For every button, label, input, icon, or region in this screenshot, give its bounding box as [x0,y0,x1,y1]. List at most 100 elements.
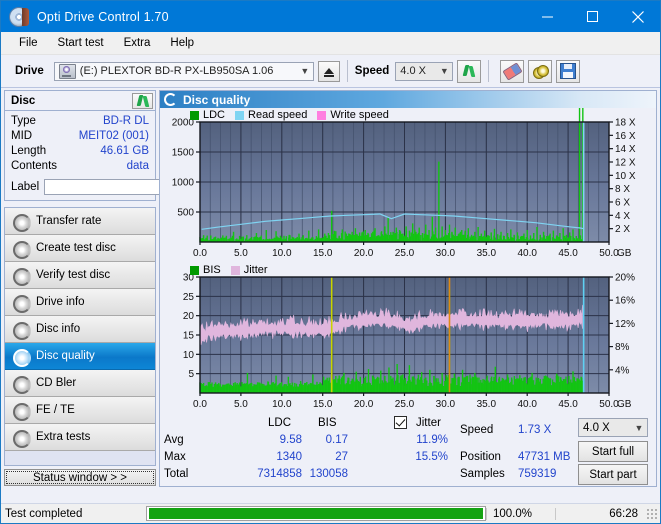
legend-swatch [230,265,240,275]
test-speed-select[interactable]: 4.0 X ▼ [578,418,648,437]
menu-start-test[interactable]: Start test [48,35,114,51]
sidebar-item-label: Verify test disc [36,269,111,281]
disc-contents-key: Contents [11,160,58,172]
legend-swatch [190,110,199,120]
sidebar-item-verify-test-disc[interactable]: Verify test disc [5,262,155,289]
svg-text:1000: 1000 [172,178,195,189]
svg-text:GB: GB [617,248,632,259]
elapsed-time: 66:28 [555,507,646,520]
bis-chart: BIS Jitter 5 10 15 20 25 30 4% 8% 12% 16% 20% 0.0 5.0… [160,263,656,414]
progress-bar [146,506,486,521]
app-disc-icon [9,6,29,27]
stats-col-ldc: LDC [268,417,292,429]
menu-file[interactable]: File [9,35,48,51]
start-full-button[interactable]: Start full [578,441,648,462]
disc-icon [12,267,31,286]
stats-bis-total: 130058 [309,468,348,480]
svg-text:15.0: 15.0 [313,248,333,259]
drive-label: Drive [15,65,44,77]
chevron-down-icon: ▼ [300,66,310,76]
svg-text:30.0: 30.0 [436,399,456,410]
disc-contents-value: data [126,160,149,172]
svg-text:10.0: 10.0 [272,399,292,410]
stats-jitter-avg: 11.9% [416,434,448,446]
eject-button[interactable] [317,60,340,82]
sidebar-item-label: Extra tests [36,431,91,443]
svg-text:12 X: 12 X [615,158,636,169]
title-bar: Opti Drive Control 1.70 [1,1,660,32]
ldc-chart: LDC Read speed Write speed 500 1000 1500 2000… [160,108,656,263]
svg-text:5.0: 5.0 [234,399,248,410]
sidebar-item-drive-info[interactable]: Drive info [5,289,155,316]
svg-text:10: 10 [183,350,195,361]
svg-text:25.0: 25.0 [395,248,415,259]
resize-grip-icon[interactable] [646,507,658,520]
sidebar-item-label: Create test disc [36,242,116,254]
svg-text:25.0: 25.0 [395,399,415,410]
svg-text:20: 20 [183,311,195,322]
optical-drive-icon [58,63,76,79]
sidebar-item-label: Drive info [36,296,85,308]
drive-select-value: (E:) PLEXTOR BD-R PX-LB950SA 1.06 [79,65,274,77]
svg-text:40.0: 40.0 [517,399,537,410]
disc-icon [12,294,31,313]
stats-ldc-max: 1340 [276,451,302,463]
main-body: Disc Type BD-R DL MID MEIT02 (001) Lengt… [1,88,660,487]
disc-icon [12,321,31,340]
maximize-icon[interactable] [570,1,615,32]
eraser-icon [502,61,523,81]
svg-text:40.0: 40.0 [517,248,537,259]
disc-icon [12,375,31,394]
drive-toolbar: Drive (E:) PLEXTOR BD-R PX-LB950SA 1.06 … [1,55,660,88]
chevron-down-icon: ▼ [634,422,644,433]
svg-text:6 X: 6 X [615,198,630,209]
sidebar-item-label: Disc info [36,323,81,335]
checkbox-icon [394,416,407,429]
disc-quality-icon [164,93,177,106]
legend-swatch [235,110,245,120]
disc-tools-button[interactable] [528,59,553,83]
legend-label: Write speed [330,109,389,121]
sidebar-item-transfer-rate[interactable]: Transfer rate [5,208,155,235]
svg-text:GB: GB [617,399,632,410]
sidebar-item-extra-tests[interactable]: Extra tests [5,424,155,451]
toolbar-divider-1 [346,60,348,82]
window-controls [525,1,660,32]
svg-text:12%: 12% [615,319,635,330]
svg-text:500: 500 [177,208,194,219]
svg-text:25: 25 [183,292,195,303]
sidebar-item-create-test-disc[interactable]: Create test disc [5,235,155,262]
drive-select[interactable]: (E:) PLEXTOR BD-R PX-LB950SA 1.06 ▼ [53,61,314,81]
minimize-icon[interactable] [525,1,570,32]
menu-extra[interactable]: Extra [114,35,161,51]
save-button[interactable] [556,59,581,83]
sidebar-item-disc-info[interactable]: Disc info [5,316,155,343]
speed-select[interactable]: 4.0 X ▼ [395,61,454,81]
menu-help[interactable]: Help [160,35,204,51]
sidebar-item-cd-bler[interactable]: CD Bler [5,370,155,397]
status-bar: Test completed 100.0% 66:28 [1,503,660,523]
sidebar-item-disc-quality[interactable]: Disc quality [5,343,155,370]
svg-text:16%: 16% [615,296,635,307]
sidebar-item-fe-te[interactable]: FE / TE [5,397,155,424]
stats-ldc-avg: 9.58 [279,434,302,446]
erase-button[interactable] [500,59,525,83]
start-part-button[interactable]: Start part [578,464,648,485]
svg-text:0.0: 0.0 [193,248,207,259]
stats-jitter-max: 15.5% [415,451,448,463]
sidebar: Disc Type BD-R DL MID MEIT02 (001) Lengt… [1,88,248,487]
legend-swatch [190,265,199,275]
svg-text:8%: 8% [615,342,630,353]
refresh-drive-button[interactable] [457,59,482,83]
refresh-disc-button[interactable] [132,92,153,109]
close-icon[interactable] [615,1,660,32]
sidebar-item-label: Disc quality [36,350,95,362]
status-window-button[interactable]: Status window > > [4,469,156,486]
disc-row-type: Type BD-R DL [11,114,149,129]
disc-type-value: BD-R DL [102,115,149,127]
ldc-chart-svg: 5001000150020002 X4 X6 X8 X10 X12 X14 X1… [172,108,636,259]
legend-label: Jitter [243,264,268,276]
disc-icon [12,348,31,367]
jitter-checkbox[interactable] [394,416,407,429]
svg-text:5.0: 5.0 [234,248,248,259]
